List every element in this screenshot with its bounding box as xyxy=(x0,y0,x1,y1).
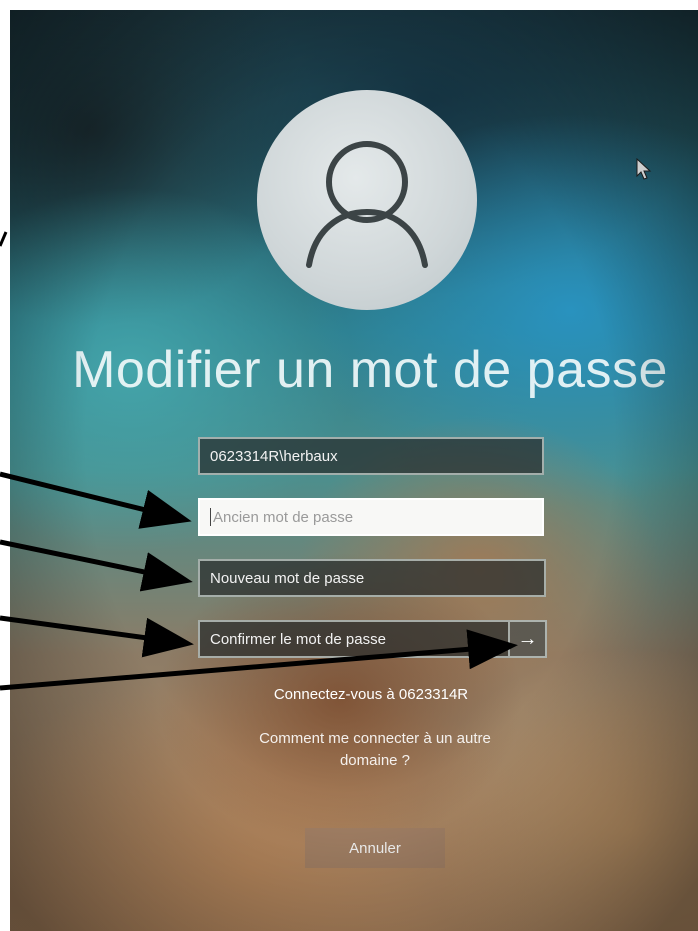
user-silhouette-icon xyxy=(306,141,428,268)
username-field[interactable]: 0623314R\herbaux xyxy=(198,437,544,475)
new-password-input[interactable]: Nouveau mot de passe xyxy=(198,559,546,597)
submit-button[interactable]: → xyxy=(510,620,547,658)
arrow-right-icon: → xyxy=(517,627,538,650)
confirm-password-placeholder: Confirmer le mot de passe xyxy=(210,630,386,648)
cancel-button[interactable]: Annuler xyxy=(305,828,445,868)
lock-screen-photo: Modifier un mot de passe 0623314R\herbau… xyxy=(10,10,698,931)
cancel-button-label: Annuler xyxy=(349,839,401,857)
page-title: Modifier un mot de passe xyxy=(72,341,668,399)
mouse-pointer-icon xyxy=(636,158,652,180)
user-avatar xyxy=(257,90,477,310)
confirm-password-input[interactable]: Confirmer le mot de passe xyxy=(198,620,510,658)
annotation-arrow-avatar xyxy=(0,231,8,247)
old-password-placeholder: Ancien mot de passe xyxy=(213,508,354,526)
text-caret xyxy=(210,508,211,526)
other-domain-link[interactable]: Comment me connecter à un autre domaine … xyxy=(230,728,520,772)
username-value: 0623314R\herbaux xyxy=(210,447,338,465)
new-password-placeholder: Nouveau mot de passe xyxy=(210,569,365,587)
old-password-input[interactable]: Ancien mot de passe xyxy=(198,498,544,536)
connect-to-domain-text: Connectez-vous à 0623314R xyxy=(273,686,469,703)
